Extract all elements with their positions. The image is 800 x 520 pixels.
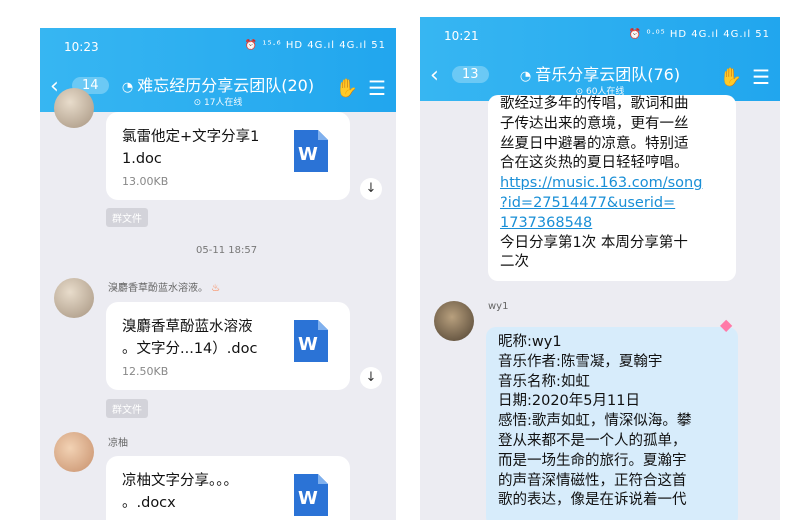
- sender-name-text: 溴麝香草酚蓝水溶液。: [108, 283, 208, 294]
- file-name-line: 。.docx: [122, 495, 176, 511]
- group-title: 难忘经历分享云团队(20): [137, 76, 315, 95]
- message-line: 而是一场生命的旅行。夏瀚宇: [498, 452, 687, 469]
- chat-header: ‹ 13 ◔ 音乐分享云团队(76) ⊙ 60人在线 ✋ ☰: [420, 53, 780, 101]
- file-message-card[interactable]: 氯雷他定+文字分享1 1.doc 13.00KB W: [106, 112, 350, 200]
- word-doc-icon: W: [294, 320, 328, 362]
- group-file-tag: 群文件: [106, 208, 148, 227]
- left-chat-screen: 10:23 ⏰ ¹⁵·⁶ HD 4G.ıl 4G.ıl 51 ‹ 14 ◔ 难忘经…: [40, 28, 396, 520]
- message-line: 音乐名称:如虹: [498, 373, 590, 390]
- message-list[interactable]: 氯雷他定+文字分享1 1.doc 13.00KB W ↓ 群文件 05-11 1…: [40, 88, 396, 520]
- message-line: 感悟:歌声如虹，情深似海。攀: [498, 413, 692, 430]
- status-icons: ⏰ ⁰·⁰⁵ HD 4G.ıl 4G.ıl 51: [628, 29, 770, 40]
- file-name-line: 氯雷他定+文字分享1: [122, 129, 260, 145]
- music-link[interactable]: 1737368548: [500, 214, 724, 234]
- file-message-card[interactable]: 凉柚文字分享。。。 。.docx W: [106, 456, 350, 520]
- kite-icon: ◆: [720, 315, 733, 334]
- file-name: 凉柚文字分享。。。 。.docx: [122, 470, 282, 514]
- message-line: 二次: [500, 254, 529, 271]
- message-line: 丝夏日中避暑的凉意。特别适: [500, 135, 689, 152]
- ear-icon: ◔: [519, 69, 532, 84]
- status-icons: ⏰ ¹⁵·⁶ HD 4G.ıl 4G.ıl 51: [244, 40, 386, 51]
- text-message-bubble[interactable]: 歌经过多年的传唱，歌词和曲 子传达出来的意境，更有一丝 丝夏日中避暑的凉意。特别…: [488, 95, 736, 281]
- message-list[interactable]: 歌经过多年的传唱，歌词和曲 子传达出来的意境，更有一丝 丝夏日中避暑的凉意。特别…: [420, 95, 780, 520]
- online-count: 17人在线: [203, 98, 243, 108]
- avatar[interactable]: [434, 301, 474, 341]
- gesture-icon[interactable]: ✋: [720, 67, 742, 88]
- sender-name: 溴麝香草酚蓝水溶液。 ♨: [108, 279, 220, 294]
- message-line: 的声音深情磁性，正符合这首: [498, 472, 687, 489]
- file-message-card[interactable]: 溴麝香草酚蓝水溶液 。文字分...14）.doc 12.50KB W: [106, 302, 350, 390]
- avatar[interactable]: [54, 278, 94, 318]
- download-icon[interactable]: ↓: [360, 178, 382, 200]
- status-time: 10:23: [64, 40, 99, 54]
- message-line: 合在这炎热的夏日轻轻哼唱。: [500, 155, 689, 172]
- gesture-icon[interactable]: ✋: [336, 78, 358, 99]
- menu-icon[interactable]: ☰: [368, 76, 386, 100]
- word-doc-icon: W: [294, 130, 328, 172]
- group-file-tag: 群文件: [106, 399, 148, 418]
- right-chat-screen: 10:21 ⏰ ⁰·⁰⁵ HD 4G.ıl 4G.ıl 51 ‹ 13 ◔ 音乐分…: [420, 17, 780, 520]
- file-name-line: 1.doc: [122, 151, 162, 167]
- avatar[interactable]: [54, 88, 94, 128]
- file-name-line: 。文字分...14）.doc: [122, 341, 258, 357]
- sender-name: 凉柚: [108, 438, 128, 449]
- message-line: 歌经过多年的传唱，歌词和曲: [500, 96, 689, 112]
- file-name-line: 溴麝香草酚蓝水溶液: [122, 319, 253, 335]
- message-line: 昵称:wy1: [498, 334, 562, 350]
- file-size: 12.50KB: [122, 365, 169, 378]
- message-line: 登从来都不是一个人的孤单，: [498, 432, 687, 449]
- svg-text:W: W: [298, 488, 318, 509]
- file-name: 溴麝香草酚蓝水溶液 。文字分...14）.doc: [122, 316, 282, 360]
- sender-name: wy1: [488, 301, 509, 312]
- message-line: 歌的表达，像是在诉说着一代: [498, 492, 687, 509]
- file-name-line: 凉柚文字分享。。。: [122, 473, 238, 489]
- message-line: 今日分享第1次 本周分享第十: [500, 234, 688, 251]
- word-doc-icon: W: [294, 474, 328, 516]
- download-icon[interactable]: ↓: [360, 367, 382, 389]
- text-message-bubble[interactable]: 昵称:wy1 音乐作者:陈雪凝，夏翰宇 音乐名称:如虹 日期:2020年5月11…: [486, 327, 738, 520]
- ear-icon: ◔: [121, 80, 134, 95]
- flame-icon: ♨: [211, 283, 221, 294]
- status-time: 10:21: [444, 29, 479, 43]
- group-title: 音乐分享云团队(76): [535, 65, 681, 84]
- message-line: 日期:2020年5月11日: [498, 393, 640, 410]
- file-name: 氯雷他定+文字分享1 1.doc: [122, 126, 282, 170]
- svg-text:W: W: [298, 334, 318, 355]
- status-bar: 10:23 ⏰ ¹⁵·⁶ HD 4G.ıl 4G.ıl 51: [40, 28, 396, 64]
- file-size: 13.00KB: [122, 175, 169, 188]
- svg-text:W: W: [298, 144, 318, 165]
- music-link[interactable]: ?id=27514477&userid=: [500, 194, 724, 214]
- menu-icon[interactable]: ☰: [752, 65, 770, 89]
- avatar[interactable]: [54, 432, 94, 472]
- music-link[interactable]: https://music.163.com/song: [500, 174, 724, 194]
- message-line: 子传达出来的意境，更有一丝: [500, 115, 689, 132]
- status-bar: 10:21 ⏰ ⁰·⁰⁵ HD 4G.ıl 4G.ıl 51: [420, 17, 780, 53]
- message-line: 音乐作者:陈雪凝，夏翰宇: [498, 353, 663, 370]
- timestamp: 05-11 18:57: [196, 245, 258, 256]
